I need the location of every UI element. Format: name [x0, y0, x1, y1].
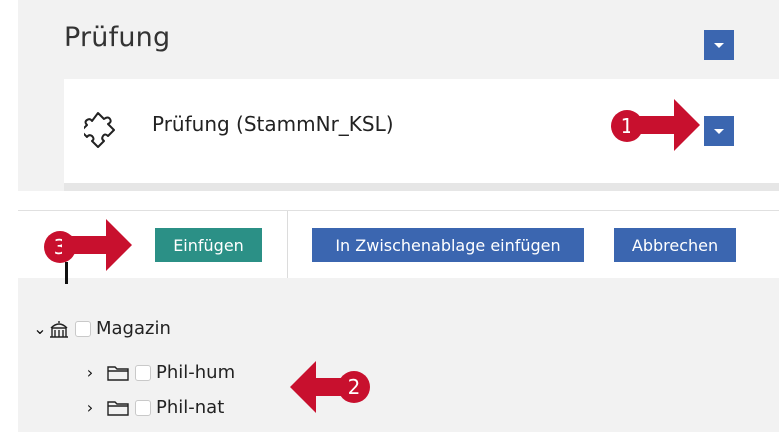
- insert-button[interactable]: Einfügen: [155, 228, 262, 262]
- tree-node-checkbox[interactable]: [135, 399, 151, 416]
- panel-dropdown-button[interactable]: [704, 30, 734, 60]
- tree-node-label: Phil-nat: [156, 397, 225, 418]
- chevron-right-icon[interactable]: ›: [82, 398, 98, 417]
- folder-icon: [107, 365, 129, 381]
- cancel-button[interactable]: Abbrechen: [614, 228, 736, 262]
- record-dropdown-button[interactable]: [704, 116, 734, 146]
- tree-node-checkbox[interactable]: [75, 320, 91, 337]
- building-icon: [50, 320, 68, 338]
- chevron-down-icon[interactable]: ⌄: [32, 319, 48, 338]
- chevron-right-icon[interactable]: ›: [82, 363, 98, 382]
- panel-title: Prüfung: [64, 22, 171, 53]
- callout-arrow-1: [630, 99, 700, 151]
- tree-node-label: Phil-hum: [156, 362, 236, 383]
- folder-icon: [107, 400, 129, 416]
- tree-node-child[interactable]: › Phil-hum: [82, 362, 235, 383]
- toolbar-divider: [287, 211, 288, 279]
- callout-badge-2: 2: [338, 371, 370, 403]
- cursor-mark: [65, 262, 68, 284]
- tree-node-child[interactable]: › Phil-nat: [82, 397, 224, 418]
- insert-to-clipboard-button[interactable]: In Zwischenablage einfügen: [312, 228, 584, 262]
- chevron-down-icon: [714, 42, 724, 48]
- tree-node-root[interactable]: ⌄ Magazin: [32, 318, 171, 339]
- tree-node-checkbox[interactable]: [135, 364, 151, 381]
- record-item-label: Prüfung (StammNr_KSL): [152, 112, 394, 136]
- divider: [64, 183, 779, 191]
- puzzle-icon: [84, 112, 115, 148]
- chevron-down-icon: [714, 128, 724, 134]
- callout-arrow-3: [62, 219, 132, 271]
- tree-node-label: Magazin: [96, 318, 171, 339]
